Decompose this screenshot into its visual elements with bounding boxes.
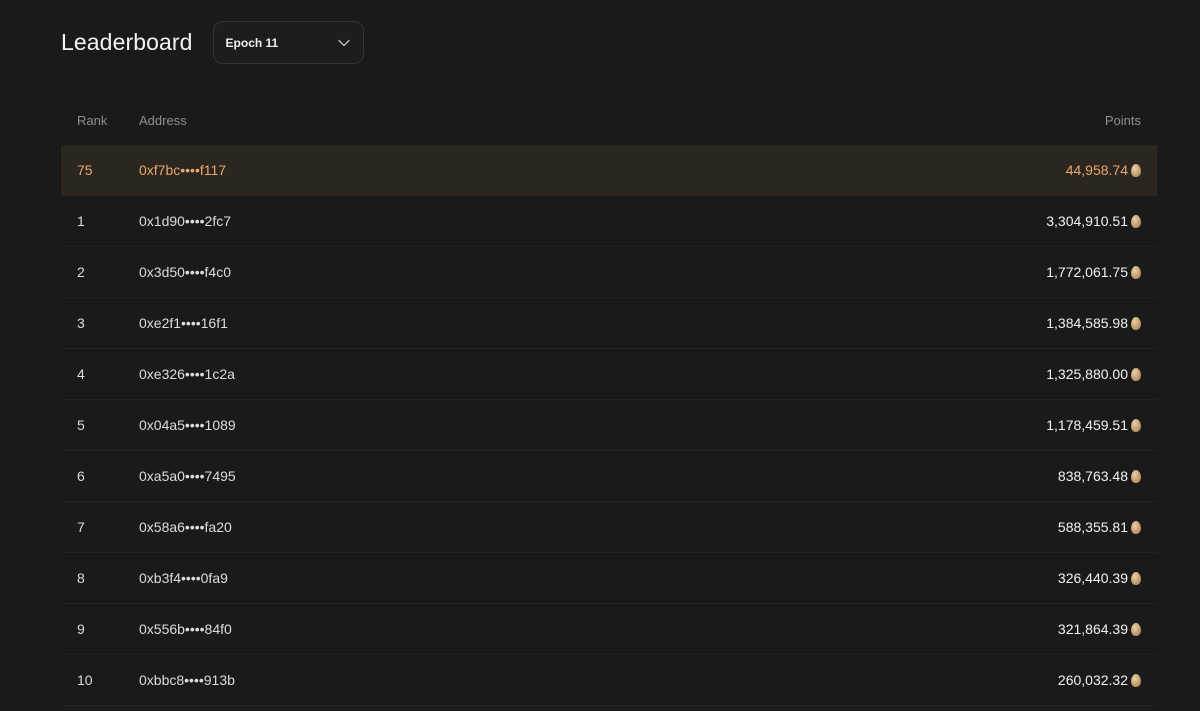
row-rank: 7 <box>77 519 85 535</box>
row-address: 0xbbc8••••913b <box>139 672 235 688</box>
row-points: 260,032.32 <box>857 672 1157 688</box>
row-points-value: 588,355.81 <box>1057 519 1128 535</box>
table-row[interactable]: 2 0x3d50••••f4c0 1,772,061.75 <box>61 247 1157 298</box>
row-points: 838,763.48 <box>857 468 1157 484</box>
table-row-self[interactable]: 75 0xf7bc••••f117 44,958.74 <box>61 145 1157 196</box>
egg-icon <box>1131 418 1141 432</box>
row-rank: 8 <box>77 570 85 586</box>
egg-icon <box>1131 571 1141 585</box>
table-row[interactable]: 8 0xb3f4••••0fa9 326,440.39 <box>61 553 1157 604</box>
row-points-value: 1,178,459.51 <box>1046 417 1128 433</box>
row-points: 3,304,910.51 <box>857 213 1157 229</box>
row-address: 0xe326••••1c2a <box>139 366 235 382</box>
row-address: 0xb3f4••••0fa9 <box>139 570 228 586</box>
table-row[interactable]: 6 0xa5a0••••7495 838,763.48 <box>61 451 1157 502</box>
row-address: 0x58a6••••fa20 <box>139 519 232 535</box>
row-points-value: 1,772,061.75 <box>1046 264 1128 280</box>
egg-icon <box>1131 367 1141 381</box>
row-rank: 75 <box>77 162 93 178</box>
row-rank: 4 <box>77 366 85 382</box>
row-address: 0x04a5••••1089 <box>139 417 236 433</box>
table-row[interactable]: 10 0xbbc8••••913b 260,032.32 <box>61 655 1157 706</box>
table-header: Rank Address Points <box>61 96 1157 145</box>
row-rank: 6 <box>77 468 85 484</box>
row-points-value: 321,864.39 <box>1057 621 1128 637</box>
egg-icon <box>1131 316 1141 330</box>
header: Leaderboard Epoch 11 <box>61 21 364 64</box>
egg-icon <box>1131 673 1141 687</box>
row-address: 0x556b••••84f0 <box>139 621 232 637</box>
row-address: 0xe2f1••••16f1 <box>139 315 228 331</box>
row-points: 588,355.81 <box>857 519 1157 535</box>
row-points-value: 1,325,880.00 <box>1046 366 1128 382</box>
row-points: 326,440.39 <box>857 570 1157 586</box>
table-row[interactable]: 4 0xe326••••1c2a 1,325,880.00 <box>61 349 1157 400</box>
table-row[interactable]: 5 0x04a5••••1089 1,178,459.51 <box>61 400 1157 451</box>
row-rank: 5 <box>77 417 85 433</box>
table-row[interactable]: 7 0x58a6••••fa20 588,355.81 <box>61 502 1157 553</box>
row-points-value: 838,763.48 <box>1057 468 1128 484</box>
column-header-address: Address <box>139 113 187 128</box>
row-points: 1,384,585.98 <box>857 315 1157 331</box>
table-row[interactable]: 1 0x1d90••••2fc7 3,304,910.51 <box>61 196 1157 247</box>
egg-icon <box>1131 622 1141 636</box>
row-address: 0x1d90••••2fc7 <box>139 213 231 229</box>
row-address: 0xf7bc••••f117 <box>139 162 227 178</box>
epoch-select-value: Epoch 11 <box>225 35 279 50</box>
row-address: 0x3d50••••f4c0 <box>139 264 231 280</box>
table-row[interactable]: 9 0x556b••••84f0 321,864.39 <box>61 604 1157 655</box>
row-points-value: 44,958.74 <box>1065 162 1128 178</box>
row-rank: 9 <box>77 621 85 637</box>
row-points: 1,772,061.75 <box>857 264 1157 280</box>
egg-icon <box>1131 163 1141 177</box>
leaderboard-page: Leaderboard Epoch 11 Rank Address Points… <box>0 0 1200 711</box>
row-points-value: 3,304,910.51 <box>1046 213 1128 229</box>
row-rank: 10 <box>77 672 93 688</box>
column-header-points: Points <box>1104 113 1141 128</box>
column-header-rank: Rank <box>77 113 108 128</box>
row-points: 1,325,880.00 <box>857 366 1157 382</box>
egg-icon <box>1131 265 1141 279</box>
leaderboard-table: Rank Address Points 75 0xf7bc••••f117 44… <box>61 96 1157 706</box>
table-row[interactable]: 3 0xe2f1••••16f1 1,384,585.98 <box>61 298 1157 349</box>
row-points-value: 260,032.32 <box>1057 672 1128 688</box>
chevron-down-icon <box>337 36 351 50</box>
egg-icon <box>1131 469 1141 483</box>
row-points-value: 326,440.39 <box>1057 570 1128 586</box>
row-points: 1,178,459.51 <box>857 417 1157 433</box>
row-points: 44,958.74 <box>857 162 1157 178</box>
row-address: 0xa5a0••••7495 <box>139 468 236 484</box>
row-rank: 2 <box>77 264 85 280</box>
egg-icon <box>1131 214 1141 228</box>
epoch-select[interactable]: Epoch 11 <box>212 21 364 64</box>
row-rank: 1 <box>77 213 85 229</box>
page-title: Leaderboard <box>61 29 193 55</box>
row-points-value: 1,384,585.98 <box>1046 315 1128 331</box>
row-points: 321,864.39 <box>857 621 1157 637</box>
row-rank: 3 <box>77 315 85 331</box>
egg-icon <box>1131 520 1141 534</box>
